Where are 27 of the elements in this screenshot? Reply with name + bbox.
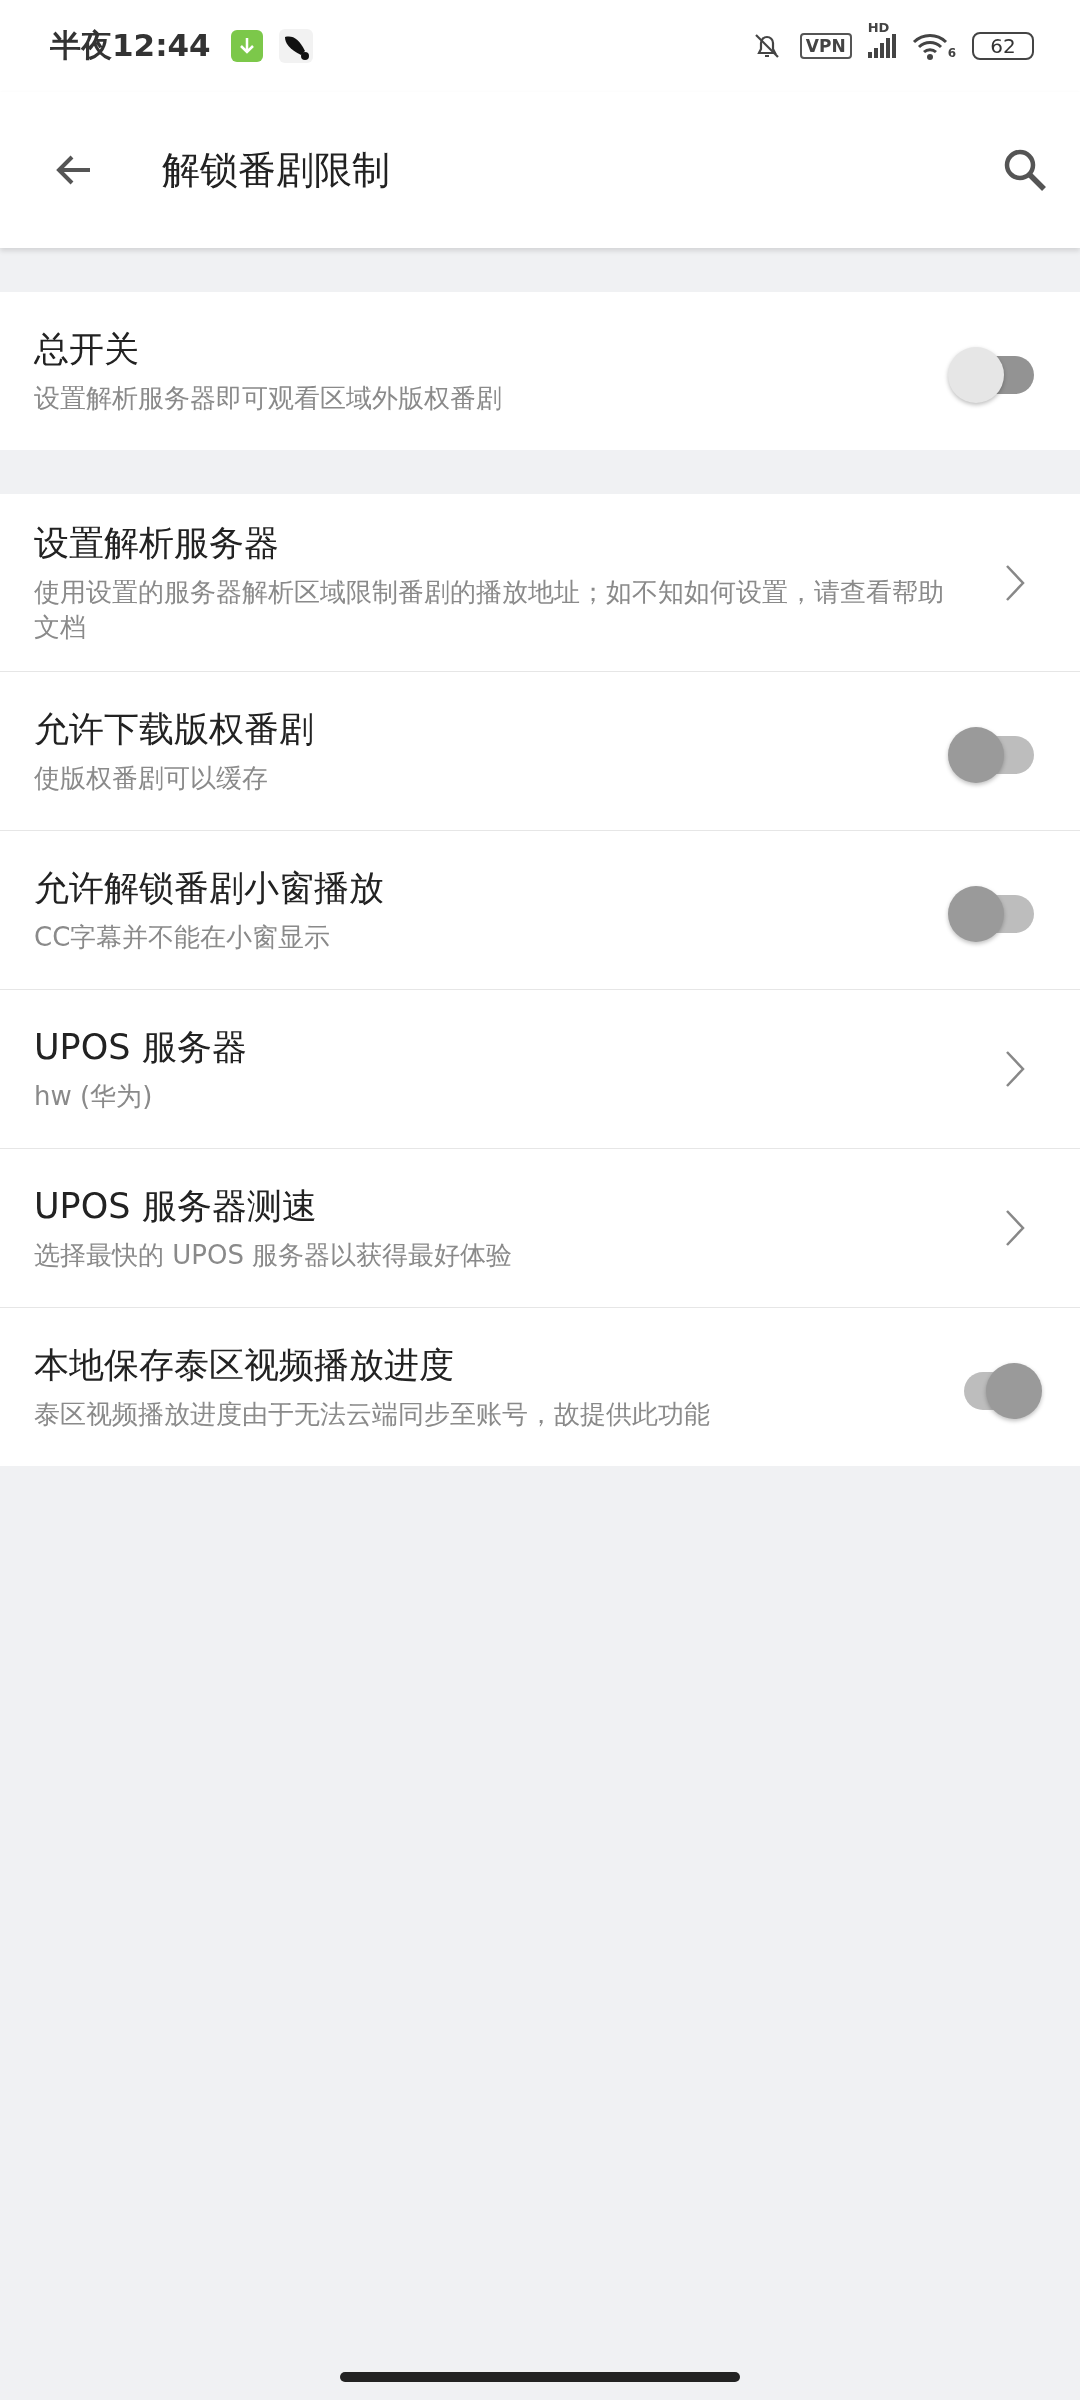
status-time: 半夜12:44	[50, 26, 211, 65]
setting-description: hw (华为)	[34, 1080, 154, 1114]
settings-row[interactable]: UPOS 服务器 hw (华为)	[0, 990, 1080, 1150]
setting-description: 使用设置的服务器解析区域限制番剧的播放地址；如不知如何设置，请查看帮助文档	[34, 576, 945, 645]
signal-icon	[867, 34, 896, 58]
setting-title: 允许下载版权番剧	[34, 708, 315, 752]
setting-title: UPOS 服务器测速	[34, 1185, 318, 1229]
setting-title: 允许解锁番剧小窗播放	[34, 867, 385, 911]
settings-row[interactable]: 设置解析服务器 使用设置的服务器解析区域限制番剧的播放地址；如不知如何设置，请查看帮助文档	[0, 494, 1080, 673]
setting-title: 设置解析服务器	[34, 522, 280, 565]
setting-title: 总开关	[34, 327, 140, 371]
wifi-label: 6	[947, 46, 956, 60]
page-title: 解锁番剧限制	[162, 146, 391, 194]
setting-title: UPOS 服务器	[34, 1026, 248, 1070]
setting-description: CC字幕并不能在小窗显示	[34, 921, 332, 955]
settings-row[interactable]: UPOS 服务器测速 选择最快的 UPOS 服务器以获得最好体验	[0, 1149, 1080, 1309]
setting-description: 使版权番剧可以缓存	[34, 762, 269, 796]
setting-description: 选择最快的 UPOS 服务器以获得最好体验	[34, 1239, 514, 1273]
vpn-badge: VPN	[799, 33, 852, 59]
setting-description: 泰区视频播放进度由于无法云端同步至账号，故提供此功能	[34, 1398, 711, 1432]
download-icon	[230, 30, 263, 62]
wifi-icon	[911, 32, 948, 60]
signal-label: HD	[867, 20, 890, 35]
settings-row[interactable]: 总开关 设置解析服务器即可观看区域外版权番剧	[0, 292, 1080, 450]
battery-indicator: 62	[972, 32, 1034, 60]
setting-title: 本地保存泰区视频播放进度	[34, 1344, 455, 1388]
setting-description: 设置解析服务器即可观看区域外版权番剧	[34, 381, 503, 415]
